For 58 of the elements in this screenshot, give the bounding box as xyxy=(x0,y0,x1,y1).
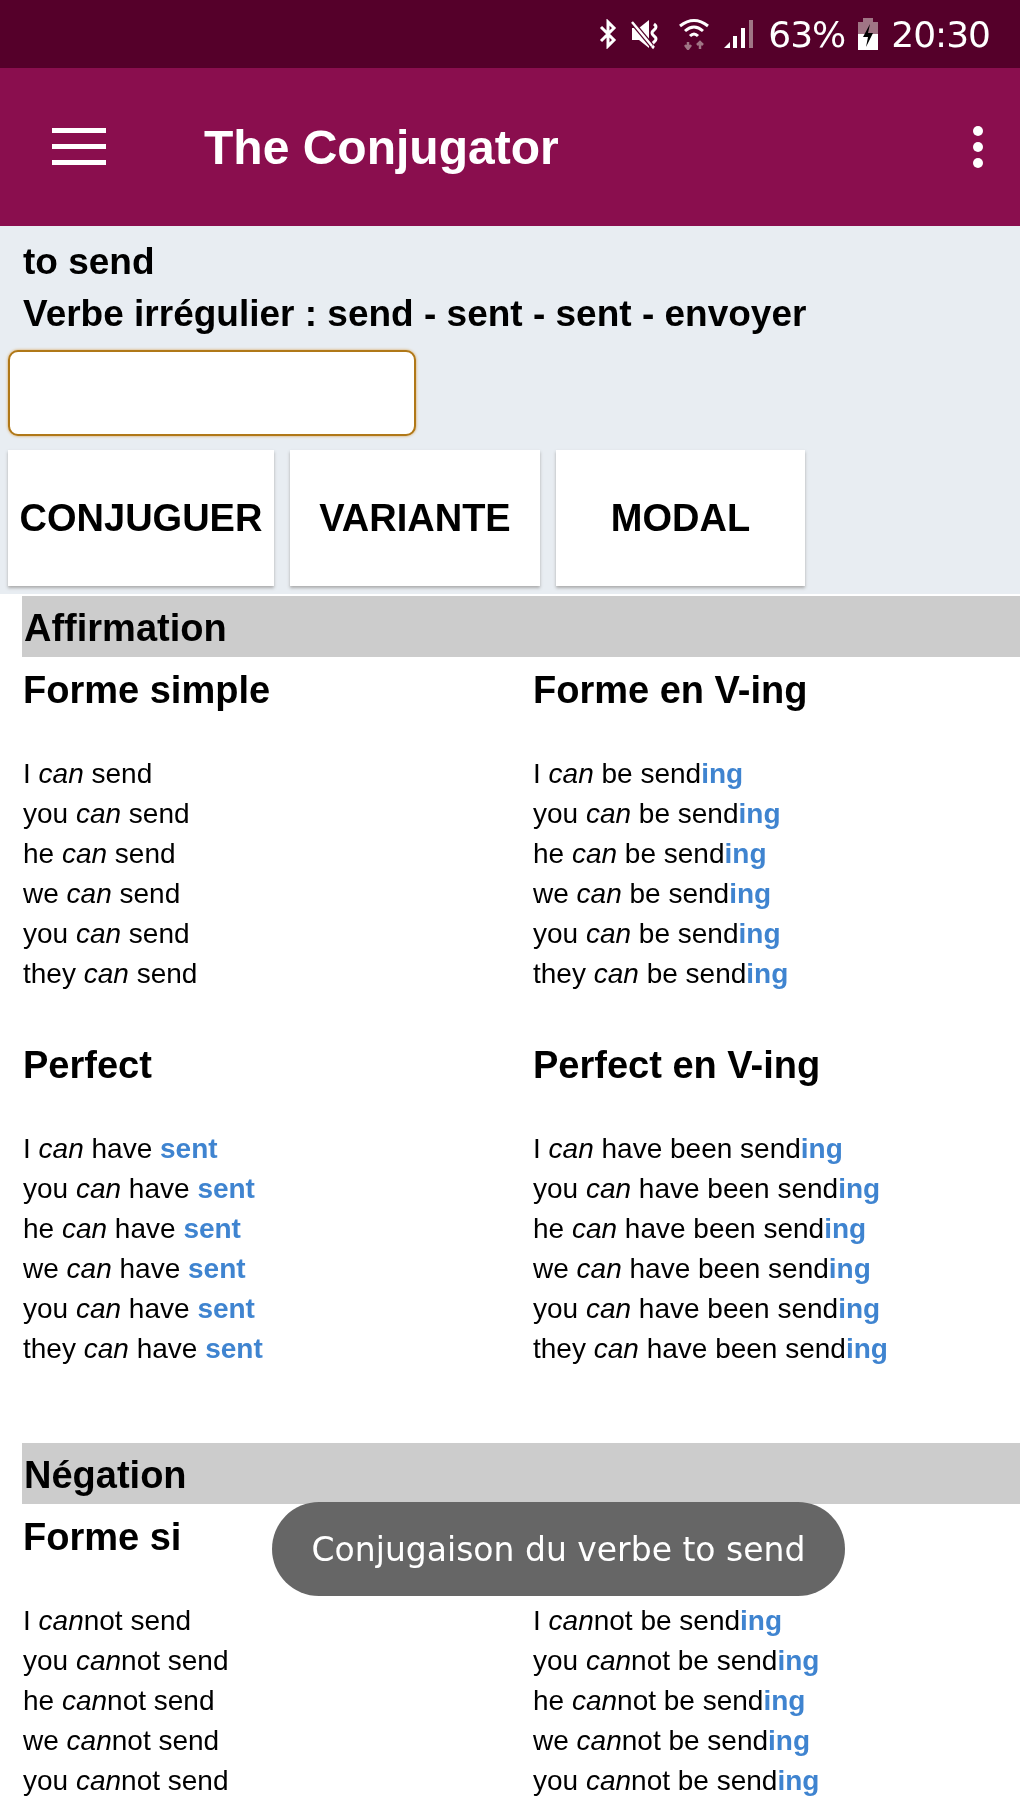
verb-title: to send xyxy=(23,240,156,284)
conjugation-line: I can be sending xyxy=(533,757,745,791)
conjugation-line: you can have been sending xyxy=(533,1172,882,1206)
conjugation-line: you can send xyxy=(23,797,191,831)
menu-button[interactable] xyxy=(52,128,106,166)
wifi-icon xyxy=(678,18,711,50)
action-button[interactable]: CONJUGUER xyxy=(8,450,274,586)
action-button[interactable]: MODAL xyxy=(556,450,805,586)
conjugation-line: I cannot be sending xyxy=(533,1604,784,1638)
conjugation-line: he can have been sending xyxy=(533,1212,868,1246)
conjugation-line: we can be sending xyxy=(533,877,773,911)
conjugation-line: they can have been sending xyxy=(533,1332,889,1366)
conjugation-line: you can have been sending xyxy=(533,1292,882,1326)
conjugation-line: we can have been sending xyxy=(533,1252,872,1286)
conjugation-line: he can be sending xyxy=(533,837,768,871)
tense-title: Perfect xyxy=(23,1043,152,1088)
conjugation-line: he cannot be sending xyxy=(533,1684,807,1718)
verb-input-field[interactable] xyxy=(8,350,416,436)
conjugation-line: we can have sent xyxy=(23,1252,247,1286)
action-button[interactable]: VARIANTE xyxy=(290,450,540,586)
conjugation-line: they can be sending xyxy=(533,957,790,991)
conjugation-line: we cannot send xyxy=(23,1724,221,1758)
conjugation-line: you cannot send xyxy=(23,1644,230,1678)
conjugation-line: you can be sending xyxy=(533,917,782,951)
conjugation-line: he can send xyxy=(23,837,177,871)
conjugation-line: I can have been sending xyxy=(533,1132,844,1166)
bluetooth-icon xyxy=(598,19,619,49)
menu-icon xyxy=(52,128,106,166)
conjugation-line: I cannot send xyxy=(23,1604,193,1638)
conjugation-line: I can have sent xyxy=(23,1132,219,1166)
conjugation-line: I can send xyxy=(23,757,154,791)
conjugation-line: he cannot send xyxy=(23,1684,216,1718)
conjugation-line: you cannot be sending xyxy=(533,1644,821,1678)
app-title: The Conjugator xyxy=(204,119,560,175)
tense-title: Perfect en V-ing xyxy=(533,1043,821,1088)
conjugation-line: you can have sent xyxy=(23,1292,256,1326)
tense-title: Forme en V-ing xyxy=(533,668,808,713)
conjugation-line: you can send xyxy=(23,917,191,951)
section-header: Affirmation xyxy=(22,596,1020,657)
conjugation-line: you cannot be sending xyxy=(533,1764,821,1798)
conjugation-line: you can have sent xyxy=(23,1172,256,1206)
more-icon xyxy=(972,125,984,169)
toast-message: Conjugaison du verbe to send xyxy=(272,1502,845,1596)
charging-battery-icon xyxy=(857,18,880,50)
conjugation-line: we cannot be sending xyxy=(533,1724,812,1758)
conjugation-line: they can have sent xyxy=(23,1332,264,1366)
conjugation-line: we can send xyxy=(23,877,182,911)
conjugation-line: they can send xyxy=(23,957,199,991)
conjugation-line: he can have sent xyxy=(23,1212,242,1246)
tense-title: Forme si xyxy=(23,1515,182,1560)
section-header: Négation xyxy=(22,1443,1020,1504)
clock: 20:30 xyxy=(891,13,990,55)
tense-title: Forme simple xyxy=(23,668,271,713)
conjugation-line: you can be sending xyxy=(533,797,782,831)
conjugation-line: you cannot send xyxy=(23,1764,230,1798)
more-options-button[interactable] xyxy=(972,125,984,169)
verb-info: Verbe irrégulier : send - sent - sent - envoyer xyxy=(23,292,808,336)
battery-percent: 63% xyxy=(768,13,846,55)
